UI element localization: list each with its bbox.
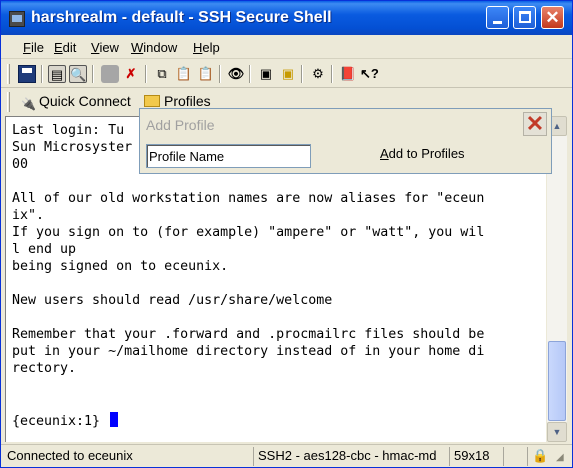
terminal-line: If you sign on to (for example) "ampere"… (12, 225, 485, 240)
find-icon[interactable]: 👁 (227, 65, 245, 83)
maximize-icon (519, 11, 531, 23)
terminal-prompt-line: {eceunix:1} (12, 412, 119, 429)
maximize-button[interactable] (513, 6, 536, 29)
connection-status: Connected to eceunix (7, 448, 133, 463)
terminal-line: rectory. (12, 361, 77, 376)
new-terminal-icon[interactable]: ▣ (257, 65, 275, 83)
context-help-icon[interactable]: ↖? (360, 65, 379, 83)
terminal-line: All of our old workstation names are now… (12, 191, 485, 206)
close-button[interactable]: ✕ (541, 6, 564, 29)
shell-prompt: {eceunix:1} (12, 414, 109, 429)
toolbar-separator (331, 65, 333, 83)
app-terminal-icon[interactable] (9, 11, 25, 27)
terminal-size: 59x18 (449, 447, 501, 466)
copy-icon[interactable]: ⧉ (153, 65, 171, 83)
terminal-line: Last login: Tu (12, 123, 125, 138)
print-icon[interactable]: ▤ (48, 65, 66, 83)
terminal-line: 00 (12, 157, 29, 172)
toolbar-separator (219, 65, 221, 83)
add-to-profiles-button[interactable]: Add to Profiles (380, 146, 465, 161)
protocol-status: SSH2 - aes128-cbc - hmac-md (253, 447, 447, 466)
title-bar[interactable]: harshrealm - default - SSH Secure Shell … (1, 1, 572, 35)
terminal-line: l end up (12, 242, 77, 257)
arrow-up-icon: ▲ (552, 121, 562, 131)
paste-special-icon[interactable]: 📋 (197, 65, 215, 83)
toolbar-separator (145, 65, 147, 83)
help-book-icon[interactable]: 📕 (339, 65, 357, 83)
terminal-line: New users should read /usr/share/welcome (12, 293, 333, 308)
terminal-line: being signed on to eceunix. (12, 259, 229, 274)
paste-icon[interactable]: 📋 (175, 65, 193, 83)
terminal-line: ix". (12, 208, 45, 223)
arrow-down-icon: ▼ (552, 427, 562, 437)
settings-gear-icon[interactable]: ⚙ (309, 65, 327, 83)
status-bar: Connected to eceunix SSH2 - aes128-cbc -… (1, 444, 572, 467)
text-cursor (110, 412, 119, 427)
print-preview-icon[interactable]: 🔍 (69, 65, 87, 83)
profiles-label: Profiles (164, 93, 211, 109)
terminal-line: Remember that your .forward and .procmai… (12, 327, 485, 342)
quick-connect-icon: 🔌 (21, 97, 36, 111)
resize-grip-icon[interactable]: ◢ (556, 452, 568, 464)
folder-icon (144, 95, 160, 107)
disconnect-icon[interactable]: ✗ (122, 65, 140, 83)
toolbar-separator (301, 65, 303, 83)
minimize-button[interactable] (486, 6, 509, 29)
ssh-client-window: harshrealm - default - SSH Secure Shell … (0, 0, 573, 468)
toolbar-separator (92, 65, 94, 83)
popup-title: Add Profile (146, 117, 215, 133)
lock-indicator: 🔒 (527, 447, 549, 466)
quick-connect-label: Quick Connect (39, 93, 131, 109)
menu-edit[interactable]: Edit (54, 40, 76, 55)
menu-bar: File Edit View Window Help (1, 35, 572, 59)
main-toolbar: ▤ 🔍 ✗ ⧉ 📋 📋 👁 ▣ ▣ ⚙ 📕 ↖? (1, 60, 572, 88)
file-transfer-icon[interactable]: ▣ (279, 65, 297, 83)
new-connection-icon[interactable] (101, 65, 119, 83)
window-title: harshrealm - default - SSH Secure Shell (31, 9, 332, 26)
menu-file[interactable]: File (23, 40, 44, 55)
menu-view[interactable]: View (91, 40, 119, 55)
lock-icon: 🔒 (532, 448, 549, 463)
terminal-line: put in your ~/mailhome directory instead… (12, 344, 485, 359)
terminal-line: Sun Microsyster (12, 140, 133, 155)
add-profile-popup: Add Profile ✕ Add to Profiles (139, 108, 552, 174)
minimize-icon (493, 21, 502, 24)
toolbar-separator (41, 65, 43, 83)
profile-name-input[interactable] (146, 144, 311, 168)
toolbar-grip[interactable] (7, 92, 10, 112)
close-icon: ✕ (525, 111, 545, 136)
status-indicator (503, 447, 525, 466)
scroll-thumb[interactable] (548, 341, 566, 421)
quick-connect-button[interactable]: 🔌 Quick Connect (21, 93, 131, 112)
menu-help[interactable]: Help (193, 40, 220, 55)
close-icon: ✕ (545, 8, 560, 27)
scroll-down-button[interactable]: ▼ (547, 422, 567, 442)
popup-close-button[interactable]: ✕ (523, 112, 547, 136)
toolbar-separator (249, 65, 251, 83)
toolbar-grip[interactable] (7, 64, 10, 84)
menu-window[interactable]: Window (131, 40, 177, 55)
save-icon[interactable] (18, 65, 36, 83)
